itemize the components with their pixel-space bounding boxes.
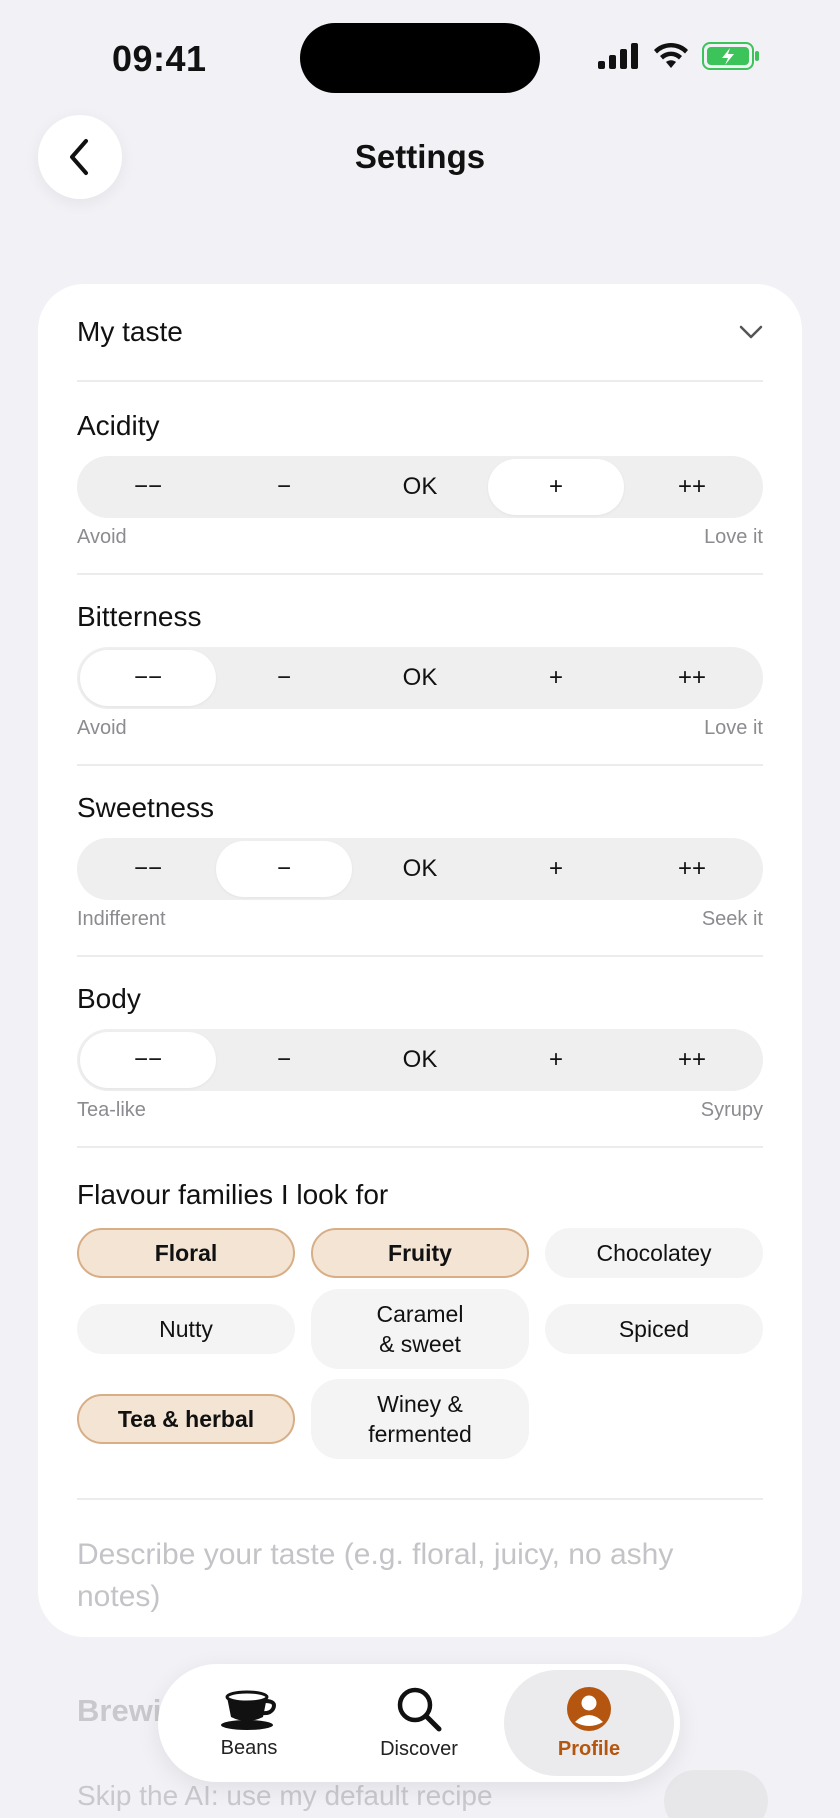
pref-option[interactable]: OK	[352, 459, 488, 515]
search-icon	[397, 1687, 442, 1731]
pref-hints: Avoid Love it	[77, 526, 763, 549]
taste-card: My taste Acidity −− − OK + ++ Avoid Love it Bitt…	[38, 284, 802, 1637]
pref-low-hint: Indifferent	[77, 908, 166, 930]
flavour-chip[interactable]: Tea & herbal	[77, 1394, 295, 1444]
pref-option[interactable]: +	[488, 650, 624, 706]
pref-segmented-control: −− − OK + ++	[77, 647, 763, 709]
profile-icon	[567, 1686, 611, 1731]
pref-option[interactable]: −	[216, 650, 352, 706]
pref-high-hint: Love it	[704, 717, 763, 739]
pref-option[interactable]: −	[216, 841, 352, 897]
pref-title: Bitterness	[77, 601, 202, 632]
pref-high-hint: Love it	[704, 526, 763, 548]
pref-option[interactable]: ++	[624, 459, 760, 515]
pref-title: Acidity	[77, 410, 160, 441]
tab-profile-label: Profile	[557, 1737, 621, 1760]
brewing-section-title: Brewi	[77, 1693, 162, 1728]
chevron-down-icon	[739, 325, 763, 339]
pref-option[interactable]: −−	[80, 650, 216, 706]
tab-profile[interactable]: Profile	[504, 1670, 674, 1776]
pref-hints: Avoid Love it	[77, 717, 763, 740]
pref-hints: Tea-like Syrupy	[77, 1099, 763, 1122]
divider	[77, 764, 763, 766]
flavour-chip[interactable]: Floral	[77, 1228, 295, 1278]
tab-discover-label: Discover	[380, 1737, 458, 1760]
my-taste-label: My taste	[77, 316, 183, 347]
pref-high-hint: Syrupy	[700, 1099, 763, 1121]
pref-option[interactable]: OK	[352, 1032, 488, 1088]
divider	[77, 573, 763, 575]
flavour-chip[interactable]: Winey & fermented	[311, 1379, 529, 1459]
flavour-chip[interactable]: Fruity	[311, 1228, 529, 1278]
tab-beans[interactable]: Beans	[164, 1670, 334, 1776]
tab-bar: Beans Discover Profile	[158, 1664, 680, 1782]
pref-segmented-control: −− − OK + ++	[77, 1029, 763, 1091]
pref-option[interactable]: −−	[80, 1032, 216, 1088]
describe-taste-input[interactable]: Describe your taste (e.g. floral, juicy,…	[77, 1534, 697, 1618]
pref-option[interactable]: +	[488, 841, 624, 897]
pref-title: Sweetness	[77, 792, 214, 823]
pref-high-hint: Seek it	[701, 908, 763, 930]
skip-ai-label: Skip the AI: use my default recipe	[77, 1780, 493, 1811]
battery-icon	[702, 42, 759, 70]
status-bar: 09:41	[0, 0, 840, 116]
pref-option[interactable]: −	[216, 1032, 352, 1088]
coffee-cup-icon	[221, 1690, 276, 1730]
pref-option[interactable]: −	[216, 459, 352, 515]
flavour-families-title: Flavour families I look for	[77, 1179, 389, 1210]
pref-option[interactable]: −−	[80, 841, 216, 897]
pref-option[interactable]: ++	[624, 1032, 760, 1088]
pref-hints: Indifferent Seek it	[77, 908, 763, 931]
page-title: Settings	[354, 138, 486, 175]
flavour-chip[interactable]: Caramel & sweet	[311, 1289, 529, 1369]
pref-segmented-control: −− − OK + ++	[77, 838, 763, 900]
flavour-chip[interactable]: Chocolatey	[545, 1228, 763, 1278]
pref-segmented-control: −− − OK + ++	[77, 456, 763, 518]
pref-option[interactable]: +	[488, 459, 624, 515]
tab-beans-label: Beans	[220, 1736, 278, 1759]
pref-low-hint: Avoid	[77, 717, 127, 739]
pref-option[interactable]: OK	[352, 841, 488, 897]
pref-sweetness: Sweetness −− − OK + ++ Indifferent Seek it	[77, 788, 763, 931]
pref-option[interactable]: −−	[80, 459, 216, 515]
pref-option[interactable]: ++	[624, 841, 760, 897]
wifi-icon	[654, 42, 688, 68]
pref-acidity: Acidity −− − OK + ++ Avoid Love it	[77, 406, 763, 549]
pref-option[interactable]: +	[488, 1032, 624, 1088]
pref-low-hint: Avoid	[77, 526, 127, 548]
pref-bitterness: Bitterness −− − OK + ++ Avoid Love it	[77, 597, 763, 740]
pref-body: Body −− − OK + ++ Tea-like Syrupy	[77, 979, 763, 1122]
pref-title: Body	[77, 983, 141, 1014]
my-taste-header[interactable]: My taste	[77, 284, 763, 382]
divider	[77, 1498, 763, 1500]
status-icons	[598, 42, 760, 70]
pref-option[interactable]: OK	[352, 650, 488, 706]
pref-low-hint: Tea-like	[77, 1099, 146, 1121]
status-time: 09:41	[112, 38, 207, 79]
signal-icon	[598, 43, 638, 69]
divider	[77, 1146, 763, 1148]
tab-discover[interactable]: Discover	[334, 1670, 504, 1776]
dynamic-island	[300, 23, 540, 93]
divider	[77, 955, 763, 957]
pref-option[interactable]: ++	[624, 650, 760, 706]
flavour-chip[interactable]: Spiced	[545, 1304, 763, 1354]
flavour-chip[interactable]: Nutty	[77, 1304, 295, 1354]
skip-ai-toggle[interactable]	[664, 1770, 768, 1818]
